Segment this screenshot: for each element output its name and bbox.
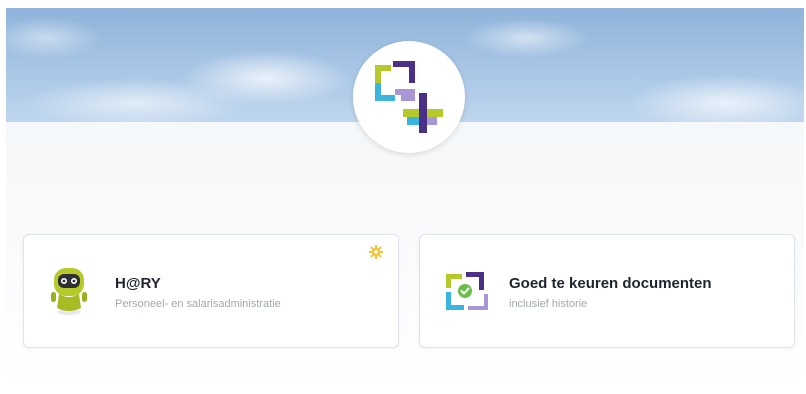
hary-subtitle: Personeel- en salarisadministratie — [115, 298, 281, 310]
settings-gear-icon[interactable] — [369, 245, 383, 259]
app-logo — [353, 41, 465, 153]
brand-logo-icon — [375, 61, 443, 133]
hary-title: H@RY — [115, 275, 161, 292]
robot-mascot-icon — [51, 268, 87, 315]
page: H@RY Personeel- en salarisadministratie — [0, 0, 806, 394]
documents-approval-card[interactable]: Goed te keuren documenten inclusief hist… — [419, 234, 795, 348]
documents-title: Goed te keuren documenten — [509, 275, 712, 292]
document-approval-icon — [446, 272, 488, 310]
documents-subtitle: inclusief historie — [509, 298, 588, 310]
app-content: H@RY Personeel- en salarisadministratie — [6, 8, 804, 390]
hary-app-card[interactable]: H@RY Personeel- en salarisadministratie — [23, 234, 399, 348]
